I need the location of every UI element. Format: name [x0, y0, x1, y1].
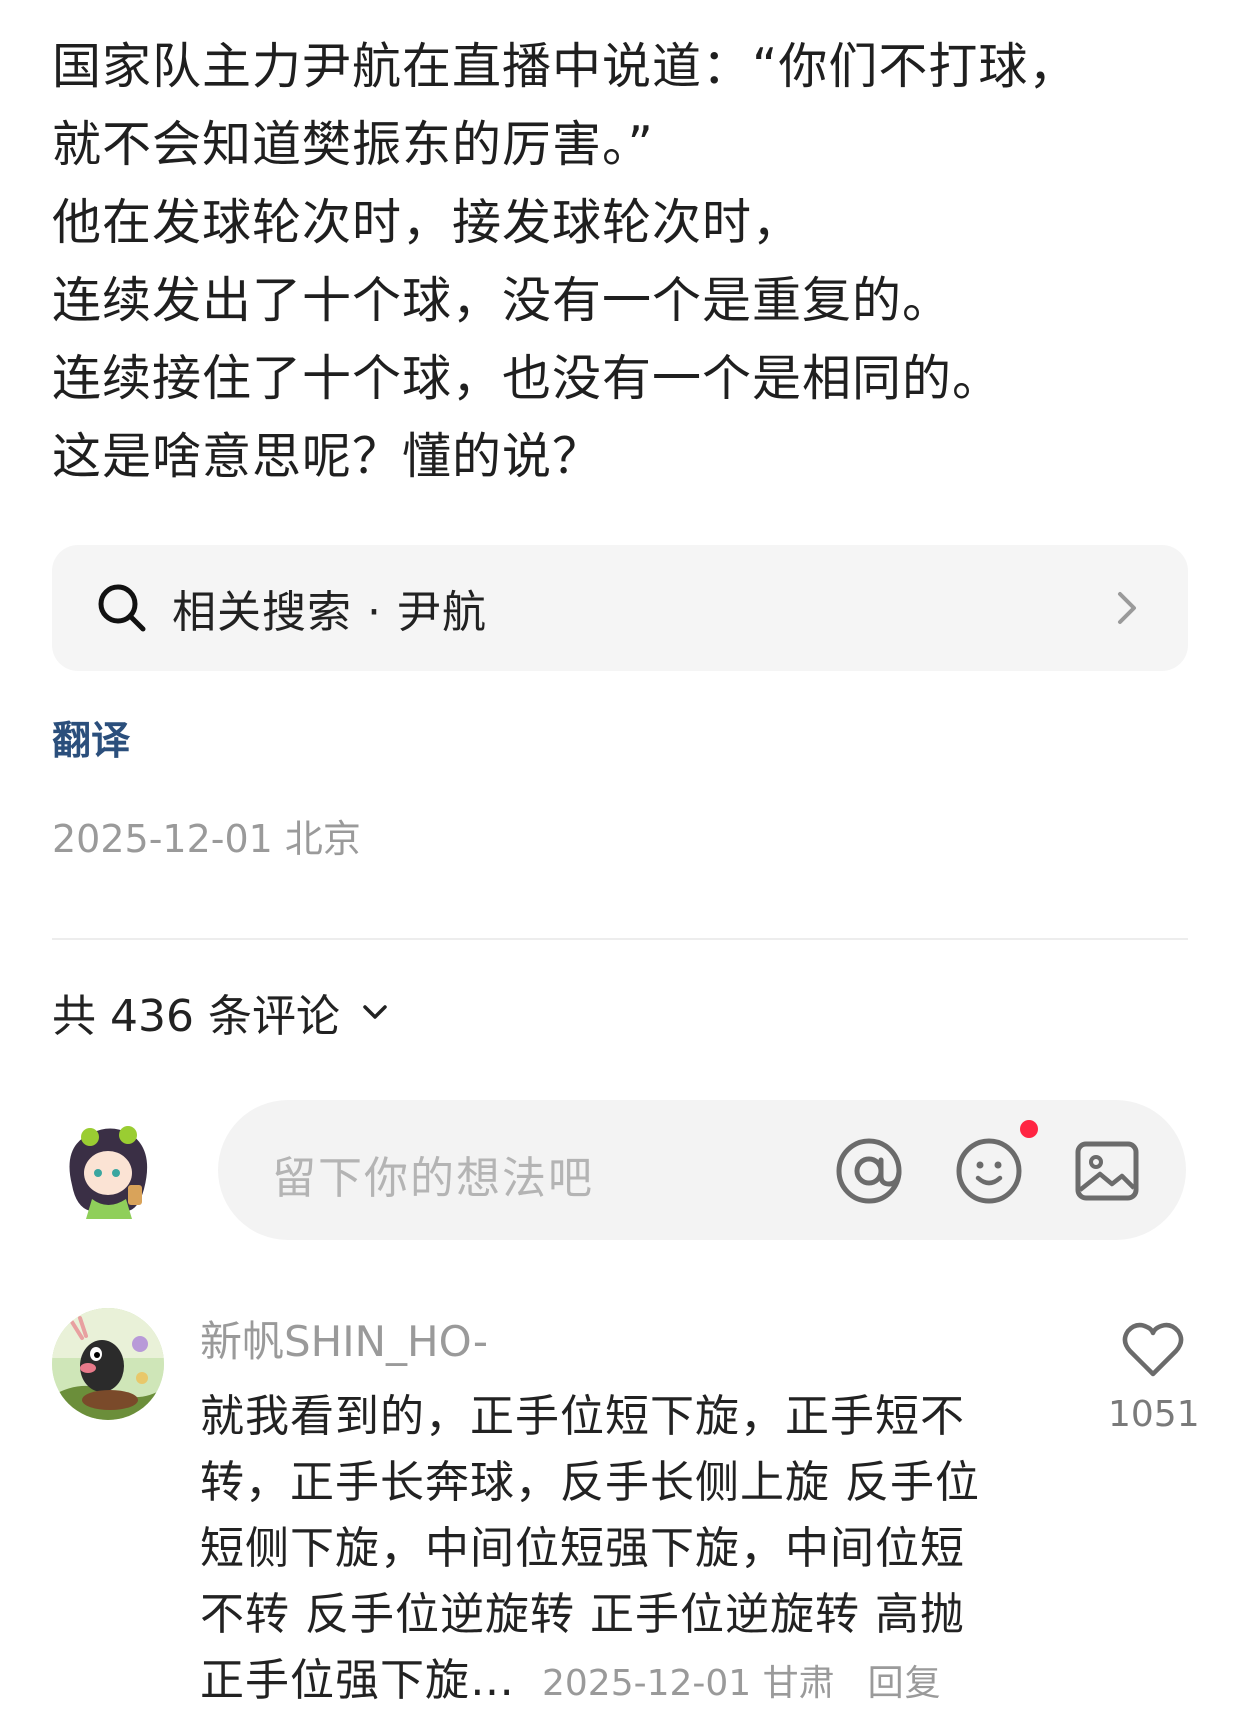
post-line: 国家队主力尹航在直播中说道：“你们不打球， — [52, 38, 1079, 95]
like-count: 1051 — [1108, 1394, 1200, 1435]
anime-girl-avatar-image — [52, 1115, 164, 1227]
emoji-notification-dot — [1020, 1120, 1038, 1138]
comment-line: 就我看到的，正手位短下旋，正手短不 — [200, 1391, 965, 1442]
translate-link[interactable]: 翻译 — [52, 710, 130, 766]
comment-line[interactable]: 正手位强下旋… — [200, 1655, 515, 1706]
reply-button[interactable]: 回复 — [868, 1663, 942, 1704]
divider — [52, 938, 1188, 940]
commenter-username[interactable]: 新帆SHIN_HO- — [200, 1308, 488, 1369]
comment-input-placeholder: 留下你的想法吧 — [272, 1153, 594, 1204]
post-line: 就不会知道樊振东的厉害。” — [52, 116, 654, 173]
post-line: 他在发球轮次时，接发球轮次时， — [52, 194, 803, 251]
comment-line: 短侧下旋，中间位短强下旋，中间位短 — [200, 1523, 965, 1574]
comment-input[interactable]: 留下你的想法吧 — [218, 1100, 1186, 1240]
heart-icon — [1122, 1322, 1184, 1377]
post-body: 国家队主力尹航在直播中说道：“你们不打球， 就不会知道樊振东的厉害。” 他在发球… — [52, 28, 1192, 496]
related-search-label: 相关搜索 · 尹航 — [172, 587, 487, 638]
comment-line: 转，正手长奔球，反手长侧上旋 反手位 — [200, 1457, 980, 1508]
comment-line: 不转 反手位逆旋转 正手位逆旋转 高抛 — [200, 1589, 965, 1640]
comment-date-location: 2025-12-01 甘肃 — [542, 1663, 835, 1704]
comment-count-label: 共 436 条评论 — [52, 991, 340, 1042]
emoji-icon[interactable] — [952, 1134, 1026, 1208]
my-avatar[interactable] — [52, 1115, 164, 1227]
comment-count-toggle[interactable]: 共 436 条评论 — [52, 980, 392, 1044]
cartoon-mole-avatar-image — [52, 1308, 164, 1420]
post-date-location: 2025-12-01 北京 — [52, 817, 361, 861]
chevron-right-icon — [1118, 592, 1136, 624]
like-button[interactable]: 1051 — [1108, 1320, 1200, 1435]
post-line: 这是啥意思呢？懂的说？ — [52, 428, 603, 485]
comment-text: 就我看到的，正手位短下旋，正手短不 转，正手长奔球，反手长侧上旋 反手位 短侧下… — [200, 1384, 1060, 1717]
post-line: 连续接住了十个球，也没有一个是相同的。 — [52, 350, 1003, 407]
commenter-avatar[interactable] — [52, 1308, 164, 1420]
chevron-down-icon — [363, 1005, 387, 1019]
at-icon[interactable] — [832, 1134, 906, 1208]
search-icon — [98, 584, 146, 632]
post-line: 连续发出了十个球，没有一个是重复的。 — [52, 272, 953, 329]
related-search-card[interactable]: 相关搜索 · 尹航 — [52, 545, 1188, 671]
comment-last-line: 正手位强下旋… 2025-12-01 甘肃 回复 — [200, 1648, 1060, 1717]
image-icon[interactable] — [1070, 1134, 1144, 1208]
